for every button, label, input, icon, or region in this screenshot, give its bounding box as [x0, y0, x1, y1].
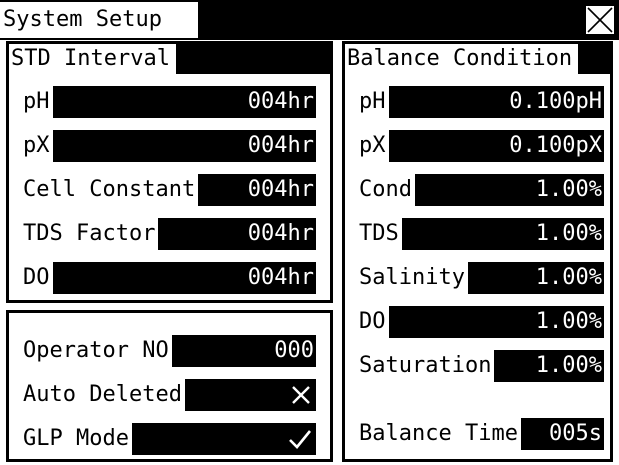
std-interval-header: STD Interval — [9, 44, 330, 74]
operator-no-label: Operator NO — [23, 335, 172, 367]
balance-px-value[interactable]: 0.100pX — [509, 130, 602, 162]
glp-mode-row[interactable]: GLP Mode — [23, 423, 316, 455]
system-setup-screen: System Setup STD Interval pH 004hr pX 00… — [0, 0, 619, 465]
balance-row-saturation[interactable]: Saturation 1.00% — [359, 350, 604, 382]
balance-time-row[interactable]: Balance Time 005s — [359, 418, 604, 450]
std-row-ph[interactable]: pH 004hr — [23, 86, 316, 118]
balance-tds-value[interactable]: 1.00% — [536, 218, 602, 250]
balance-do-value[interactable]: 1.00% — [536, 306, 602, 338]
auto-deleted-label: Auto Deleted — [23, 379, 185, 411]
std-px-value[interactable]: 004hr — [248, 130, 314, 162]
std-interval-panel: STD Interval pH 004hr pX 004hr Cell Cons… — [6, 41, 333, 303]
std-interval-title: STD Interval — [9, 44, 176, 74]
std-cell-constant-value[interactable]: 004hr — [248, 174, 314, 206]
balance-condition-title: Balance Condition — [345, 44, 579, 74]
std-row-label: pX — [23, 130, 53, 162]
std-row-label: DO — [23, 262, 53, 294]
balance-row-label: Cond — [359, 174, 415, 206]
balance-condition-panel: Balance Condition pH 0.100pH pX 0.100pX … — [342, 41, 613, 462]
close-x-icon[interactable] — [585, 5, 615, 35]
std-tds-factor-value[interactable]: 004hr — [248, 218, 314, 250]
operator-no-value[interactable]: 000 — [274, 335, 314, 367]
balance-row-salinity[interactable]: Salinity 1.00% — [359, 262, 604, 294]
balance-row-do[interactable]: DO 1.00% — [359, 306, 604, 338]
balance-time-value[interactable]: 005s — [549, 418, 602, 450]
window-title: System Setup — [0, 2, 198, 38]
title-bar: System Setup — [0, 0, 619, 40]
std-row-cell-constant[interactable]: Cell Constant 004hr — [23, 174, 316, 206]
balance-row-label: pH — [359, 86, 389, 118]
balance-row-label: DO — [359, 306, 389, 338]
balance-row-tds[interactable]: TDS 1.00% — [359, 218, 604, 250]
operator-no-row[interactable]: Operator NO 000 — [23, 335, 316, 367]
std-row-tds-factor[interactable]: TDS Factor 004hr — [23, 218, 316, 250]
std-do-value[interactable]: 004hr — [248, 262, 314, 294]
balance-row-label: Salinity — [359, 262, 468, 294]
balance-row-label: pX — [359, 130, 389, 162]
balance-row-label: TDS — [359, 218, 402, 250]
balance-saturation-value[interactable]: 1.00% — [536, 350, 602, 382]
balance-row-label: Saturation — [359, 350, 495, 382]
balance-ph-value[interactable]: 0.100pH — [509, 86, 602, 118]
balance-salinity-value[interactable]: 1.00% — [536, 262, 602, 294]
balance-row-px[interactable]: pX 0.100pX — [359, 130, 604, 162]
auto-deleted-row[interactable]: Auto Deleted — [23, 379, 316, 411]
balance-time-label: Balance Time — [359, 418, 521, 450]
cross-icon[interactable] — [290, 384, 312, 406]
std-ph-value[interactable]: 004hr — [248, 86, 314, 118]
glp-mode-label: GLP Mode — [23, 423, 132, 455]
std-row-do[interactable]: DO 004hr — [23, 262, 316, 294]
std-row-label: pH — [23, 86, 53, 118]
std-row-label: Cell Constant — [23, 174, 199, 206]
balance-row-cond[interactable]: Cond 1.00% — [359, 174, 604, 206]
checkmark-icon[interactable] — [288, 428, 312, 450]
balance-row-ph[interactable]: pH 0.100pH — [359, 86, 604, 118]
balance-cond-value[interactable]: 1.00% — [536, 174, 602, 206]
std-row-px[interactable]: pX 004hr — [23, 130, 316, 162]
operator-panel: Operator NO 000 Auto Deleted GLP Mode — [6, 310, 333, 462]
std-row-label: TDS Factor — [23, 218, 159, 250]
balance-condition-header: Balance Condition — [345, 44, 610, 74]
